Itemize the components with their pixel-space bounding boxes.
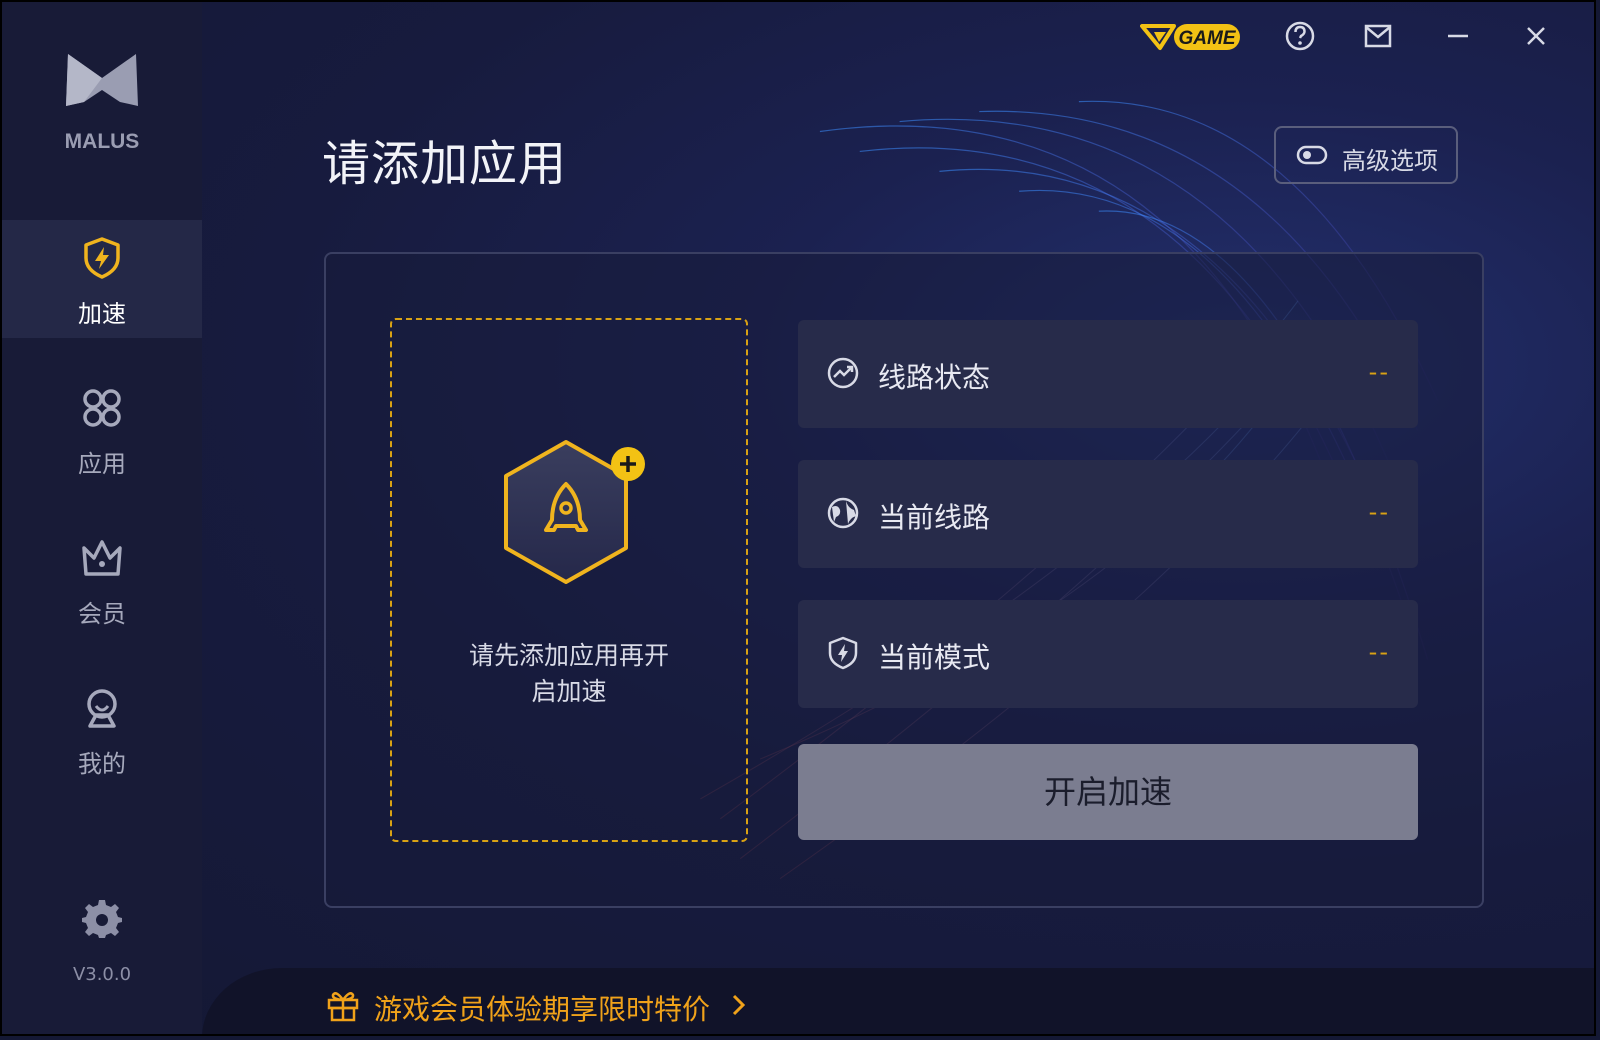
game-badge-icon[interactable]: GAME (1140, 20, 1242, 52)
app-window: MALUS 加速 应用 会员 我的 V3.0.0 GAME 请添加应用 高级选项… (0, 0, 1596, 1036)
chevron-right-icon[interactable] (728, 992, 748, 1018)
gear-icon[interactable] (82, 898, 122, 938)
start-acceleration-button[interactable]: 开启加速 (798, 744, 1418, 840)
route-status-value: -- (1368, 358, 1390, 386)
close-icon[interactable] (1516, 16, 1556, 56)
shield-bolt-icon (84, 237, 120, 279)
current-mode-label: 当前模式 (878, 641, 991, 674)
sidebar-item-accelerate[interactable]: 加速 (2, 220, 202, 338)
sidebar-item-profile[interactable]: 我的 (2, 670, 202, 788)
current-route-label: 当前线路 (878, 501, 991, 534)
sidebar-item-label: 应用 (78, 450, 126, 478)
logo-text: MALUS (64, 130, 140, 153)
add-app-hint-line1: 请先添加应用再开 (468, 641, 669, 670)
page-title: 请添加应用 (322, 136, 568, 192)
advanced-options-button[interactable]: 高级选项 (1274, 126, 1458, 184)
sidebar-item-label: 我的 (78, 750, 126, 778)
toggle-icon (1296, 145, 1328, 165)
current-route-row: 当前线路 -- (798, 460, 1418, 568)
route-status-row: 线路状态 -- (798, 320, 1418, 428)
sidebar-item-membership[interactable]: 会员 (2, 520, 202, 638)
apps-grid-icon (83, 389, 121, 427)
gift-icon (327, 992, 359, 1022)
current-route-value: -- (1368, 498, 1390, 526)
add-app-hint: 请先添加应用再开 启加速 (390, 638, 748, 710)
trend-circle-icon (827, 357, 859, 389)
promo-link[interactable]: 游戏会员体验期享限时特价 (374, 988, 710, 1028)
route-status-label: 线路状态 (878, 361, 991, 394)
sidebar-item-label: 会员 (78, 600, 126, 628)
mail-icon[interactable] (1358, 16, 1398, 56)
version-label: V3.0.0 (72, 964, 132, 985)
game-badge-text: GAME (1179, 28, 1237, 49)
malus-logo-icon (66, 54, 138, 106)
add-app-hint-line2: 启加速 (531, 677, 607, 706)
sidebar: MALUS 加速 应用 会员 我的 V3.0.0 (2, 2, 202, 1034)
crown-icon (82, 540, 122, 576)
globe-icon (827, 497, 859, 529)
current-mode-row: 当前模式 -- (798, 600, 1418, 708)
advanced-options-label: 高级选项 (1342, 147, 1438, 175)
help-icon[interactable] (1280, 16, 1320, 56)
add-app-rocket-icon[interactable] (500, 436, 650, 592)
sidebar-item-label: 加速 (78, 300, 126, 328)
user-icon (87, 689, 117, 728)
current-mode-value: -- (1368, 638, 1390, 666)
sidebar-item-apps[interactable]: 应用 (2, 370, 202, 488)
minimize-icon[interactable] (1438, 16, 1478, 56)
shield-bolt-icon (828, 636, 858, 670)
